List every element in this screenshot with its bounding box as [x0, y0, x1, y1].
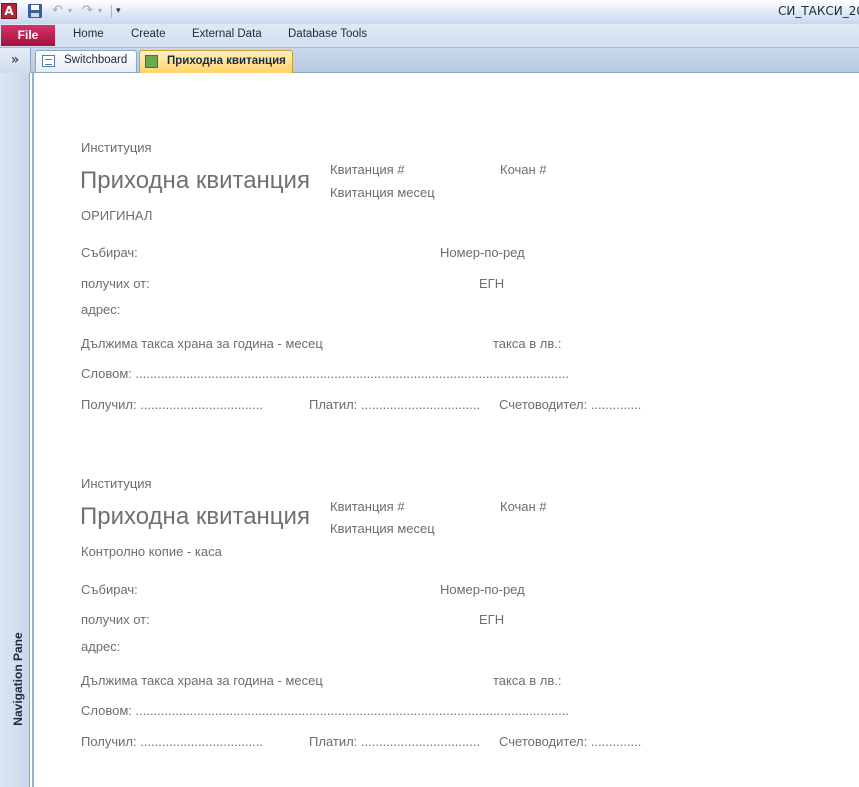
- book-number-label: Кочан #: [500, 162, 547, 177]
- paid-by-line: Платил: ................................…: [309, 397, 481, 412]
- receipt-month-label: Квитанция месец: [330, 185, 435, 200]
- save-icon[interactable]: [27, 3, 43, 19]
- collector-label: Събирач:: [81, 245, 138, 260]
- book-number-label: Кочан #: [500, 499, 547, 514]
- copy-type-label: ОРИГИНАЛ: [81, 208, 153, 223]
- receipt-month-label: Квитанция месец: [330, 521, 435, 536]
- nav-pane-expand-icon[interactable]: »: [0, 48, 31, 73]
- paid-by-line: Платил: ................................…: [309, 734, 481, 749]
- form-icon: [42, 55, 55, 67]
- accountant-line: Счетоводител: ..............: [499, 734, 642, 749]
- undo-dropdown-icon[interactable]: ▾: [68, 3, 76, 19]
- title-bar: A ↶ ▾ ↷ ▾ ▾ СИ_ТАКСИ_201: [0, 0, 859, 24]
- tab-home[interactable]: Home: [73, 28, 104, 40]
- redo-dropdown-icon[interactable]: ▾: [98, 3, 106, 19]
- address-label: адрес:: [81, 302, 121, 317]
- report-icon: [145, 55, 158, 68]
- received-by-line: Получил: ...............................…: [81, 397, 264, 412]
- received-by-line: Получил: ...............................…: [81, 734, 264, 749]
- doc-tab-label: Switchboard: [64, 54, 128, 66]
- copy-type-label: Контролно копие - каса: [81, 544, 222, 559]
- receipt-number-label: Квитанция #: [330, 162, 405, 177]
- fee-amount-label: такса в лв.:: [493, 673, 562, 688]
- egn-label: ЕГН: [479, 276, 505, 291]
- access-logo-icon[interactable]: A: [1, 3, 17, 19]
- address-label: адрес:: [81, 639, 121, 654]
- fee-amount-label: такса в лв.:: [493, 336, 562, 351]
- receipt-number-label: Квитанция #: [330, 499, 405, 514]
- institution-label: Институция: [81, 140, 152, 155]
- received-from-label: получих от:: [81, 276, 150, 291]
- tab-external-data[interactable]: External Data: [192, 28, 262, 40]
- sequence-number-label: Номер-по-ред: [440, 245, 525, 260]
- tab-database-tools[interactable]: Database Tools: [288, 28, 367, 40]
- sequence-number-label: Номер-по-ред: [440, 582, 525, 597]
- amount-in-words-line: Словом: ................................…: [81, 366, 569, 381]
- amount-in-words-line: Словом: ................................…: [81, 703, 569, 718]
- accountant-line: Счетоводител: ..............: [499, 397, 642, 412]
- doc-tab-label: Приходна квитанция: [167, 55, 286, 67]
- undo-icon[interactable]: ↶: [52, 3, 68, 19]
- toolbar-separator: [111, 5, 112, 18]
- receipt-title: Приходна квитанция: [80, 503, 310, 530]
- doc-tab-receipt-report[interactable]: Приходна квитанция: [139, 50, 293, 73]
- collector-label: Събирач:: [81, 582, 138, 597]
- navigation-pane-label[interactable]: Navigation Pane: [11, 624, 27, 734]
- report-view: Институция Приходна квитанция Квитанция …: [34, 73, 859, 787]
- redo-icon[interactable]: ↷: [82, 3, 98, 19]
- egn-label: ЕГН: [479, 612, 505, 627]
- received-from-label: получих от:: [81, 612, 150, 627]
- institution-label: Институция: [81, 476, 152, 491]
- fee-due-label: Дължима такса храна за година - месец: [81, 336, 323, 351]
- navigation-pane[interactable]: Navigation Pane: [0, 73, 30, 787]
- ribbon-tabs: File Home Create External Data Database …: [0, 24, 859, 48]
- doc-tab-switchboard[interactable]: Switchboard: [35, 50, 137, 72]
- tab-create[interactable]: Create: [131, 28, 166, 40]
- fee-due-label: Дължима такса храна за година - месец: [81, 673, 323, 688]
- receipt-title: Приходна квитанция: [80, 167, 310, 194]
- customize-toolbar-icon[interactable]: ▾: [116, 3, 126, 19]
- file-tab[interactable]: File: [1, 25, 55, 46]
- window-title: СИ_ТАКСИ_201: [778, 4, 859, 18]
